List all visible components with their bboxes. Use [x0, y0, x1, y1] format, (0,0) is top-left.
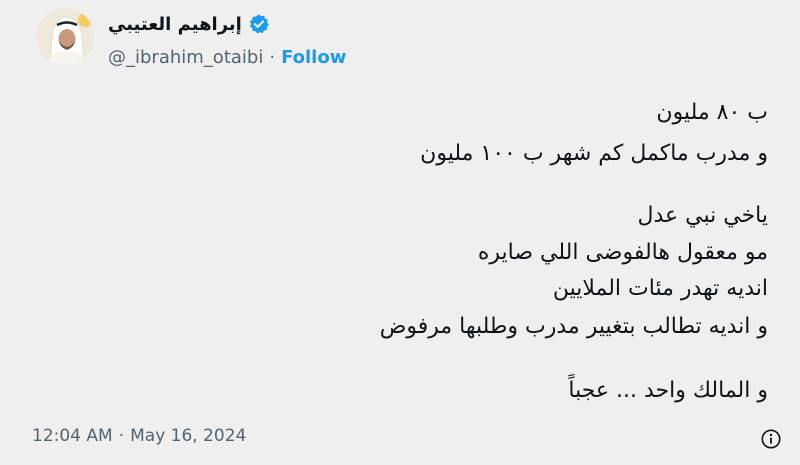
author-handle[interactable]: @_ibrahim_otaibi: [108, 47, 263, 68]
follow-button[interactable]: Follow: [281, 47, 346, 68]
handle-separator: ·: [269, 46, 276, 68]
tweet-line-5: انديه تهدر مئات الملايين: [552, 276, 768, 301]
tweet-time: 12:04 AM: [32, 426, 113, 446]
author-name-row: إبراهيم العتيبي: [108, 10, 270, 38]
tweet-timestamp[interactable]: 12:04 AM · May 16, 2024: [32, 426, 246, 446]
timestamp-separator: ·: [118, 426, 125, 446]
tweet-line-3: ياخي نبي عدل: [637, 203, 768, 228]
tweet-line-6: و انديه تطالب بتغيير مدرب وطلبها مرفوض: [379, 314, 768, 339]
verified-badge-icon: [248, 13, 270, 35]
avatar-image: [36, 8, 94, 66]
author-display-name[interactable]: إبراهيم العتيبي: [108, 14, 242, 35]
tweet-line-7: و المالك واحد ... عجباً: [568, 378, 768, 403]
avatar[interactable]: [36, 8, 94, 66]
author-handle-row: @_ibrahim_otaibi · Follow: [108, 44, 346, 70]
tweet-line-1: ب ٨٠ مليون: [656, 100, 768, 125]
info-icon[interactable]: [760, 428, 782, 450]
tweet-line-4: مو معقول هالفوضى اللي صايره: [477, 240, 768, 265]
tweet-line-2: و مدرب ماكمل كم شهر ب ١٠٠ مليون: [420, 141, 768, 166]
tweet-date: May 16, 2024: [130, 426, 247, 446]
tweet-card: إبراهيم العتيبي @_ibrahim_otaibi · Follo…: [0, 0, 800, 465]
